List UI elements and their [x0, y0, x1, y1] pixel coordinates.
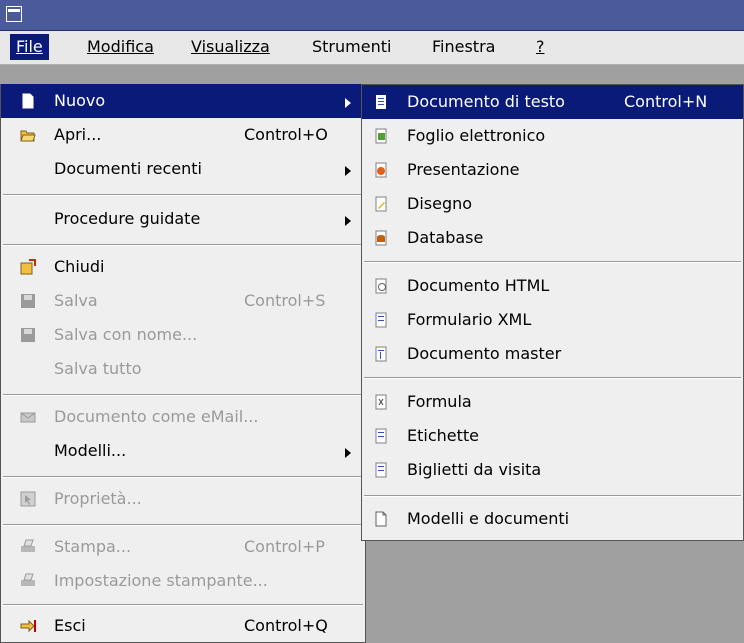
menu-separator: [3, 524, 363, 526]
save-as-icon: [21, 328, 35, 342]
submenu-arrow-icon: [345, 166, 351, 176]
formula-icon: [375, 394, 387, 410]
menu-visualizza[interactable]: Visualizza: [185, 34, 276, 60]
submenu-arrow-icon: [345, 98, 351, 108]
new-document-icon: [22, 93, 34, 109]
menu-strumenti[interactable]: Strumenti: [306, 34, 397, 60]
menu-finestra[interactable]: Finestra: [426, 34, 501, 60]
menu-item-disegno[interactable]: Disegno: [362, 187, 743, 221]
menu-separator: [3, 194, 363, 196]
menu-item-apri[interactable]: Apri... Control+O: [1, 118, 365, 152]
menu-item-esci[interactable]: Esci Control+Q: [1, 609, 365, 643]
print-icon: [21, 539, 35, 552]
menu-item-modelli-documenti[interactable]: Modelli e documenti: [362, 502, 743, 536]
menu-item-documento-html[interactable]: Documento HTML: [362, 269, 743, 303]
email-icon: [20, 412, 36, 423]
properties-icon: [20, 491, 36, 507]
menu-item-biglietti-visita[interactable]: Biglietti da visita: [362, 453, 743, 487]
menu-item-documenti-recenti[interactable]: Documenti recenti: [1, 152, 365, 186]
menu-item-salva[interactable]: Salva Control+S: [1, 284, 365, 318]
menu-item-modelli[interactable]: Modelli...: [1, 434, 365, 468]
menu-item-foglio-elettronico[interactable]: Foglio elettronico: [362, 119, 743, 153]
submenu-arrow-icon: [345, 448, 351, 458]
business-cards-icon: [375, 462, 387, 478]
menu-separator: [364, 261, 741, 263]
database-icon: [375, 230, 387, 246]
menu-separator: [3, 476, 363, 478]
labels-icon: [375, 428, 387, 444]
menu-item-documento-testo[interactable]: Documento di testo Control+N: [362, 85, 743, 119]
printer-settings-icon: [21, 573, 35, 586]
submenu-arrow-icon: [345, 216, 351, 226]
menu-item-formula[interactable]: Formula: [362, 385, 743, 419]
window-title-bar: [0, 0, 744, 31]
open-folder-icon: [20, 130, 36, 142]
menu-separator: [364, 495, 741, 497]
exit-icon: [20, 619, 36, 633]
menu-separator: [364, 377, 741, 379]
menu-item-proprieta[interactable]: Proprietà...: [1, 482, 365, 516]
writer-document-icon: [376, 95, 386, 109]
menu-separator: [3, 604, 363, 606]
menu-item-impostazione-stampante[interactable]: Impostazione stampante...: [1, 564, 365, 598]
menu-separator: [3, 244, 363, 246]
save-icon: [21, 294, 35, 308]
menu-item-documento-master[interactable]: Documento master: [362, 337, 743, 371]
blank-document-icon: [375, 511, 387, 527]
close-document-icon: [20, 259, 36, 275]
menu-modifica[interactable]: Modifica: [81, 34, 160, 60]
menu-item-formulario-xml[interactable]: Formulario XML: [362, 303, 743, 337]
menu-file[interactable]: File: [10, 34, 49, 60]
menu-item-salva-tutto[interactable]: Salva tutto: [1, 352, 365, 386]
new-submenu: Documento di testo Control+N Foglio elet…: [361, 84, 744, 541]
file-menu: Nuovo Apri... Control+O Documenti recent…: [0, 84, 366, 643]
spreadsheet-icon: [375, 128, 387, 144]
menu-item-stampa[interactable]: Stampa... Control+P: [1, 530, 365, 564]
menu-item-database[interactable]: Database: [362, 221, 743, 255]
menu-item-documento-email[interactable]: Documento come eMail...: [1, 400, 365, 434]
menu-item-nuovo[interactable]: Nuovo: [1, 84, 365, 118]
menu-help[interactable]: ?: [530, 34, 551, 60]
master-document-icon: [375, 346, 387, 362]
menu-item-presentazione[interactable]: Presentazione: [362, 153, 743, 187]
presentation-icon: [375, 162, 387, 178]
html-document-icon: [375, 278, 387, 294]
menu-item-salva-con-nome[interactable]: Salva con nome...: [1, 318, 365, 352]
window-menu-icon[interactable]: [6, 6, 22, 22]
menu-item-etichette[interactable]: Etichette: [362, 419, 743, 453]
xml-form-icon: [375, 312, 387, 328]
menu-separator: [3, 394, 363, 396]
menu-item-chiudi[interactable]: Chiudi: [1, 250, 365, 284]
menu-item-procedure-guidate[interactable]: Procedure guidate: [1, 202, 365, 236]
drawing-icon: [375, 196, 387, 212]
menu-bar: File Modifica Visualizza Strumenti Fines…: [0, 31, 744, 65]
